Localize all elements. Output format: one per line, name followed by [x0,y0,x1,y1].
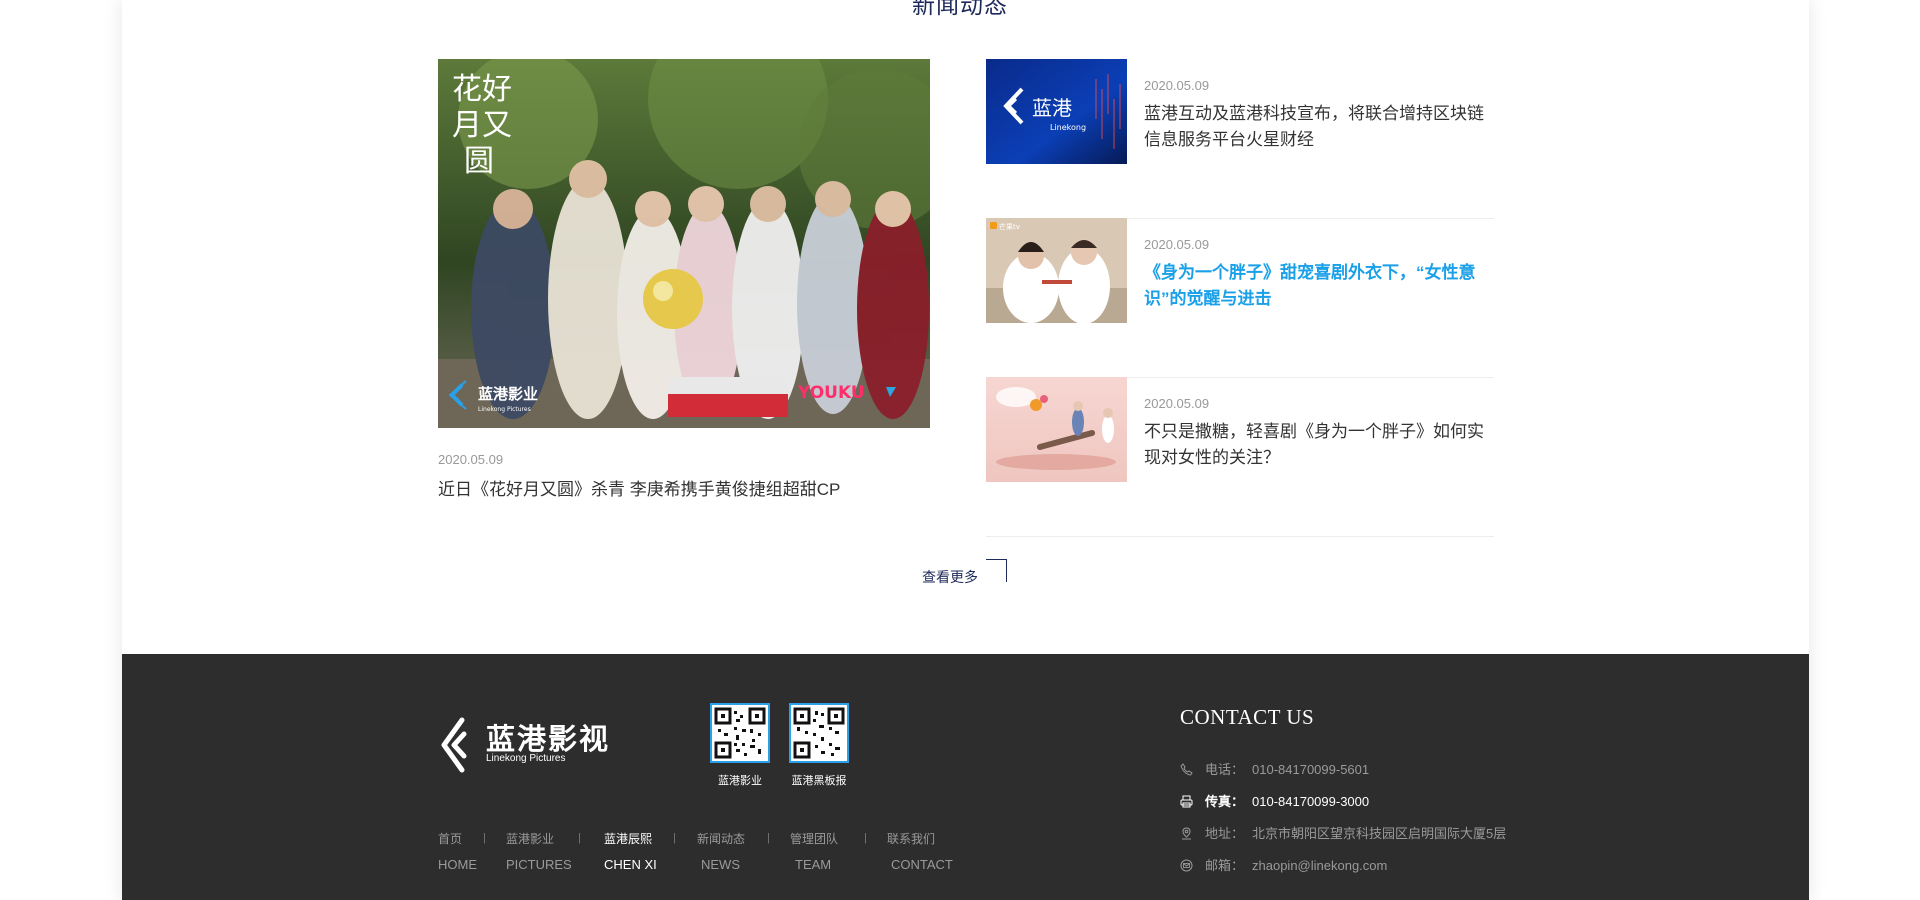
contact-label: 传真： [1205,794,1245,809]
linekong-logo-icon [441,717,467,773]
fax-icon [1180,795,1193,808]
footer-logo-text: 蓝港影视 [486,724,611,756]
news-item[interactable]: 芒果tv 2020.05.09 《身为一个胖子》甜宠喜剧外衣下，“女性意识”的觉… [986,218,1494,378]
contact-label: 电话： [1205,762,1245,777]
view-more-label: 查看更多 [922,569,978,585]
qr-code-label: 蓝港黑板报 [791,775,847,787]
thumb-logo-text: 蓝港 [1032,96,1072,120]
nav-label-en: CHEN XI [604,857,657,872]
news-thumbnail[interactable] [986,377,1127,482]
news-title[interactable]: 《身为一个胖子》甜宠喜剧外衣下，“女性意识”的觉醒与进击 [1144,260,1494,312]
nav-separator: | [767,832,770,844]
qr-code-label: 蓝港影业 [718,775,762,787]
nav-label-cn: 首页 [438,832,463,846]
contact-label: 地址： [1205,826,1245,841]
contact-label: 邮箱： [1205,858,1245,873]
news-date: 2020.05.09 [1144,237,1210,252]
nav-label-en: TEAM [795,857,832,872]
calligraphy-title-3: 圆 [464,144,494,179]
contact-fax: 传真： 010-84170099-3000 [1180,791,1369,810]
footer-nav-contact[interactable]: 联系我们 CONTACT [887,830,953,872]
footer-logo-subtext: Linekong Pictures [486,753,566,764]
footer-logo[interactable]: 蓝港影视 Linekong Pictures [438,716,608,779]
nav-separator: | [578,832,581,844]
featured-news-image[interactable]: 花好 月又 圆 蓝港影业 Linekong Pictures YOUKU [438,59,930,428]
featured-news-date: 2020.05.09 [438,452,504,467]
contact-value[interactable]: zhaopin@linekong.com [1252,858,1387,873]
footer-nav-home[interactable]: 首页 HOME [438,830,477,872]
contact-title: CONTACT US [1180,705,1315,729]
calligraphy-title-1: 花好 [452,72,512,107]
contact-value[interactable]: 010-84170099-5601 [1252,762,1369,777]
nav-label-cn: 管理团队 [790,832,839,846]
nav-label-cn: 联系我们 [887,832,936,846]
contact-value[interactable]: 010-84170099-3000 [1252,794,1369,809]
news-date: 2020.05.09 [1144,78,1210,93]
nav-label-en: NEWS [701,857,740,872]
nav-label-cn: 蓝港辰熙 [604,832,653,846]
contact-phone: 电话： 010-84170099-5601 [1180,759,1369,778]
footer-nav-team[interactable]: 管理团队 TEAM [790,830,838,872]
nav-label-en: HOME [438,857,477,872]
qr-code-blackboard: 蓝港黑板报 [789,703,849,788]
qr-code-pictures: 蓝港影业 [710,703,770,788]
qr-code-icon [710,703,770,763]
location-icon [1182,827,1191,840]
footer-nav-pictures[interactable]: 蓝港影业 PICTURES [506,830,572,872]
contact-address: 地址： 北京市朝阳区望京科技园区启明国际大厦5层 [1180,823,1506,842]
thumb-logo-subtext: Linekong [1050,123,1086,132]
news-title[interactable]: 不只是撒糖，轻喜剧《身为一个胖子》如何实现对女性的关注？ [1144,419,1494,471]
nav-label-cn: 新闻动态 [697,832,746,846]
nav-separator: | [864,832,867,844]
footer-nav-news[interactable]: 新闻动态 NEWS [697,830,745,872]
nav-separator: | [673,832,676,844]
news-item[interactable]: 蓝港 Linekong 2020.05.09 蓝港互动及蓝港科技宣布，将联合增持… [986,59,1494,219]
qr-code-icon [789,703,849,763]
news-date: 2020.05.09 [1144,396,1210,411]
mango-tv-badge: 芒果tv [999,222,1020,231]
news-thumbnail[interactable]: 蓝港 Linekong [986,59,1127,164]
news-thumbnail[interactable]: 芒果tv [986,218,1127,323]
image-logo-subtext: Linekong Pictures [478,406,531,413]
featured-news-title[interactable]: 近日《花好月又圆》杀青 李庚希携手黄俊捷组超甜CP [438,475,840,500]
phone-icon [1180,763,1193,776]
image-logo-text: 蓝港影业 [478,385,538,403]
youku-watermark: YOUKU [797,383,865,403]
news-item[interactable]: 2020.05.09 不只是撒糖，轻喜剧《身为一个胖子》如何实现对女性的关注？ [986,377,1494,537]
nav-label-en: PICTURES [506,857,572,872]
nav-label-en: CONTACT [891,857,953,872]
footer [122,654,1809,900]
footer-nav-chenxi[interactable]: 蓝港辰熙 CHEN XI [604,830,657,872]
mail-icon [1180,859,1193,872]
corner-bracket-icon [986,559,1007,582]
nav-separator: | [483,832,486,844]
contact-value: 北京市朝阳区望京科技园区启明国际大厦5层 [1252,826,1507,841]
nav-label-cn: 蓝港影业 [506,832,555,846]
calligraphy-title-2: 月又 [452,108,512,143]
contact-email: 邮箱： zhaopin@linekong.com [1180,855,1387,874]
news-title[interactable]: 蓝港互动及蓝港科技宣布，将联合增持区块链信息服务平台火星财经 [1144,101,1494,153]
section-title: 新闻动态 [912,0,1008,18]
